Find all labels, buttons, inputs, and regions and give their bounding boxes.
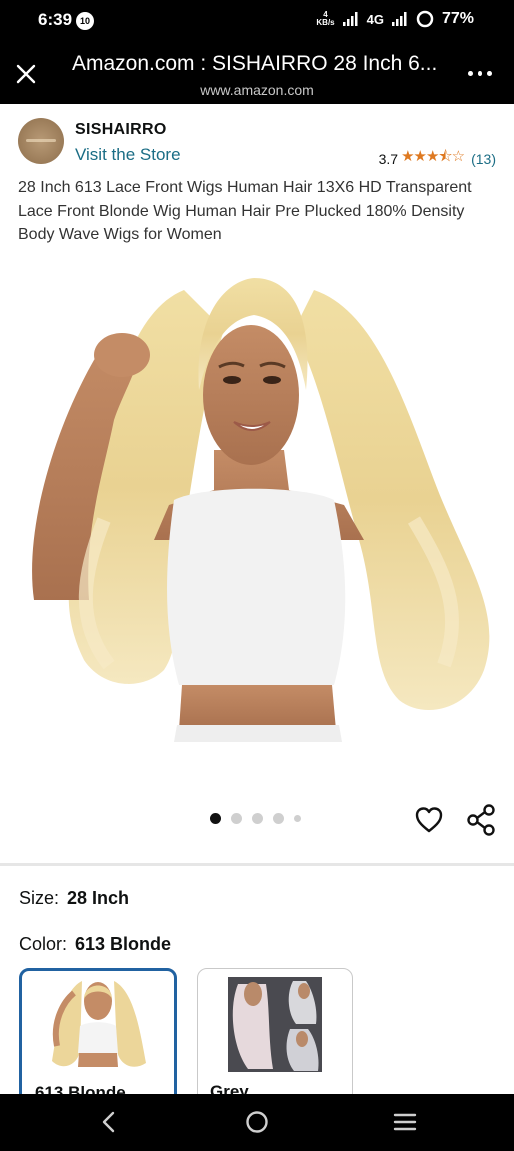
heart-icon[interactable]	[414, 805, 444, 835]
network-type: 4G	[366, 11, 384, 27]
nav-home-icon[interactable]	[245, 1110, 269, 1134]
carousel-dot[interactable]	[231, 813, 242, 824]
page-url: www.amazon.com	[200, 82, 314, 98]
browser-header: Amazon.com : SISHAIRRO 28 Inch 6... www.…	[0, 40, 514, 104]
status-time: 6:39	[38, 10, 73, 29]
carousel-dots[interactable]	[210, 813, 301, 824]
system-nav-bar	[0, 1094, 514, 1151]
swatch-image	[52, 981, 146, 1067]
carousel-dot[interactable]	[210, 813, 221, 824]
swatch-image	[228, 977, 322, 1072]
more-vertical-icon[interactable]	[468, 64, 493, 82]
product-image[interactable]	[14, 270, 500, 742]
nav-back-icon[interactable]	[98, 1110, 120, 1134]
battery-icon	[416, 10, 434, 28]
page-title: Amazon.com : SISHAIRRO 28 Inch 6...	[72, 52, 438, 75]
store-name: SISHAIRRO	[75, 121, 167, 138]
size-label: Size:	[19, 888, 60, 908]
status-icons: 4 KB/s 4G 77%	[316, 10, 474, 28]
color-label: Color:	[19, 934, 68, 954]
size-selection: Size: 28 Inch	[19, 888, 129, 909]
share-icon[interactable]	[466, 804, 496, 836]
color-swatch-grey[interactable]: Grey	[197, 968, 353, 1108]
store-logo[interactable]	[18, 118, 64, 164]
product-title: 28 Inch 613 Lace Front Wigs Human Hair 1…	[18, 179, 472, 243]
carousel-dot[interactable]	[294, 815, 301, 822]
rating[interactable]: 3.7 ★★★⯪☆ (13)	[379, 146, 496, 171]
battery-percent: 77%	[441, 10, 474, 27]
notification-badge: 10	[76, 12, 94, 30]
section-divider	[0, 863, 514, 866]
rating-stars-icon: ★★★⯪☆	[401, 148, 465, 165]
color-value: 613 Blonde	[75, 934, 172, 954]
network-speed-unit: KB/s	[316, 18, 335, 27]
rating-count[interactable]: (13)	[471, 151, 496, 167]
status-bar: 6:39 10 4 KB/s 4G 77%	[0, 0, 514, 40]
nav-menu-icon[interactable]	[393, 1112, 417, 1132]
carousel-dot[interactable]	[273, 813, 284, 824]
network-speed: 4 KB/s	[316, 11, 334, 27]
size-value: 28 Inch	[67, 888, 130, 908]
visit-store-link[interactable]: Visit the Store	[75, 145, 181, 165]
color-selection: Color: 613 Blonde	[19, 934, 171, 955]
signal-icon	[342, 12, 358, 26]
rating-value: 3.7	[378, 150, 399, 167]
signal-2-icon	[391, 12, 407, 26]
carousel-dot[interactable]	[252, 813, 263, 824]
color-swatch-613-blonde[interactable]: 613 Blonde	[19, 968, 177, 1108]
